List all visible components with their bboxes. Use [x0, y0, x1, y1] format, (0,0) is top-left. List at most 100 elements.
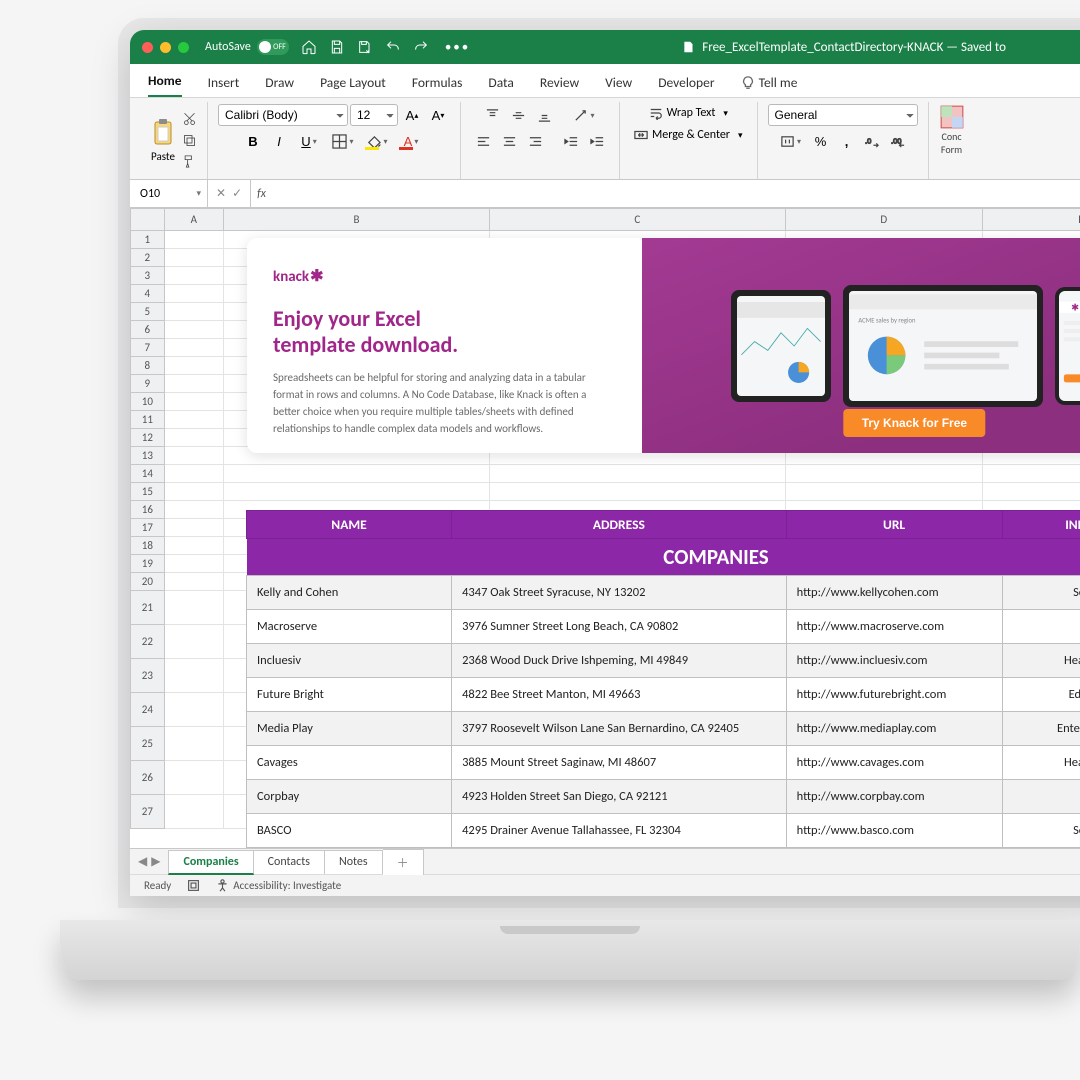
tab-review[interactable]: Review	[540, 74, 579, 97]
undo-icon[interactable]	[385, 39, 401, 55]
row-header[interactable]: 1	[131, 231, 165, 249]
borders-button[interactable]	[327, 130, 359, 152]
table-cell[interactable]: 4347 Oak Street Syracuse, NY 13202	[452, 576, 787, 610]
cell[interactable]	[164, 519, 223, 537]
cell[interactable]	[164, 393, 223, 411]
paste-button[interactable]: Paste	[150, 118, 176, 163]
table-cell[interactable]: Cavages	[247, 746, 452, 780]
table-cell[interactable]: http://www.basco.com	[786, 814, 1002, 848]
cell[interactable]	[164, 501, 223, 519]
table-cell[interactable]: http://www.cavages.com	[786, 746, 1002, 780]
bold-button[interactable]: B	[241, 130, 265, 152]
row-header[interactable]: 9	[131, 375, 165, 393]
table-cell[interactable]: 3797 Roosevelt Wilson Lane San Bernardin…	[452, 712, 787, 746]
table-cell[interactable]: Corpbay	[247, 780, 452, 814]
row-header[interactable]: 27	[131, 795, 165, 829]
cell[interactable]	[164, 795, 223, 829]
row-header[interactable]: 4	[131, 285, 165, 303]
row-header[interactable]: 10	[131, 393, 165, 411]
cell[interactable]	[164, 537, 223, 555]
row-header[interactable]: 18	[131, 537, 165, 555]
redo-icon[interactable]	[413, 39, 429, 55]
macro-record-icon[interactable]	[187, 879, 200, 892]
increase-font-icon[interactable]: A▴	[400, 104, 424, 126]
add-sheet-button[interactable]: ＋	[383, 849, 424, 875]
table-cell[interactable]: http://www.mediaplay.com	[786, 712, 1002, 746]
sheet-tab-companies[interactable]: Companies	[168, 850, 253, 875]
column-header[interactable]: ADDRESS	[452, 511, 787, 539]
row-header[interactable]: 6	[131, 321, 165, 339]
home-icon[interactable]	[301, 39, 317, 55]
tell-me-button[interactable]: Tell me	[741, 74, 798, 97]
table-cell[interactable]: Future Bright	[247, 678, 452, 712]
fill-color-button[interactable]	[361, 130, 393, 152]
cell[interactable]	[490, 465, 786, 483]
fx-icon[interactable]: fx	[251, 187, 272, 201]
row-header[interactable]: 5	[131, 303, 165, 321]
worksheet-grid[interactable]: ABCDE12345678910111213141516171819202122…	[130, 208, 1080, 848]
cell[interactable]	[164, 267, 223, 285]
table-row[interactable]: Macroserve3976 Sumner Street Long Beach,…	[247, 610, 1080, 644]
cell[interactable]	[223, 465, 489, 483]
table-cell[interactable]: http://www.futurebright.com	[786, 678, 1002, 712]
conditional-formatting-icon[interactable]	[939, 104, 965, 130]
cell[interactable]	[164, 625, 223, 659]
cell[interactable]	[164, 303, 223, 321]
align-left-icon[interactable]	[471, 130, 495, 152]
cell[interactable]	[164, 411, 223, 429]
cell[interactable]	[164, 555, 223, 573]
column-header[interactable]: INDUSTRY	[1002, 511, 1080, 539]
row-header[interactable]: 17	[131, 519, 165, 537]
cell[interactable]	[164, 447, 223, 465]
comma-button[interactable]: ,	[835, 130, 859, 152]
align-bottom-icon[interactable]	[532, 104, 556, 126]
accounting-format-button[interactable]	[775, 130, 807, 152]
table-cell[interactable]: 2368 Wood Duck Drive Ishpeming, MI 49849	[452, 644, 787, 678]
tab-view[interactable]: View	[605, 74, 632, 97]
row-header[interactable]: 11	[131, 411, 165, 429]
tab-draw[interactable]: Draw	[265, 74, 294, 97]
table-row[interactable]: Future Bright4822 Bee Street Manton, MI …	[247, 678, 1080, 712]
table-cell[interactable]: http://www.corpbay.com	[786, 780, 1002, 814]
row-header[interactable]: 26	[131, 761, 165, 795]
cell[interactable]	[982, 465, 1080, 483]
tab-data[interactable]: Data	[488, 74, 513, 97]
accessibility-status[interactable]: Accessibility: Investigate	[233, 879, 341, 892]
table-cell[interactable]: http://www.kellycohen.com	[786, 576, 1002, 610]
sheet-prev-icon[interactable]: ◀	[138, 854, 147, 869]
row-header[interactable]: 24	[131, 693, 165, 727]
window-controls[interactable]	[142, 42, 189, 53]
align-right-icon[interactable]	[523, 130, 547, 152]
table-cell[interactable]: Tech	[1002, 780, 1080, 814]
close-icon[interactable]	[142, 42, 153, 53]
row-header[interactable]: 19	[131, 555, 165, 573]
table-cell[interactable]: Health Care	[1002, 746, 1080, 780]
decrease-indent-icon[interactable]	[559, 130, 583, 152]
row-header[interactable]: 23	[131, 659, 165, 693]
col-header[interactable]: D	[785, 209, 982, 231]
table-cell[interactable]: Tech	[1002, 610, 1080, 644]
format-painter-icon[interactable]	[182, 154, 197, 169]
name-box[interactable]: O10	[130, 180, 208, 207]
minimize-icon[interactable]	[160, 42, 171, 53]
cell[interactable]	[785, 483, 982, 501]
row-header[interactable]: 21	[131, 591, 165, 625]
percent-button[interactable]: %	[809, 130, 833, 152]
col-header[interactable]: E	[982, 209, 1080, 231]
table-cell[interactable]: Kelly and Cohen	[247, 576, 452, 610]
row-header[interactable]: 15	[131, 483, 165, 501]
row-header[interactable]: 20	[131, 573, 165, 591]
table-cell[interactable]: Services	[1002, 814, 1080, 848]
font-color-button[interactable]: A	[395, 130, 427, 152]
table-row[interactable]: Corpbay4923 Holden Street San Diego, CA …	[247, 780, 1080, 814]
wrap-text-button[interactable]: Wrap Text▾	[645, 104, 732, 122]
italic-button[interactable]: I	[267, 130, 291, 152]
cell[interactable]	[164, 231, 223, 249]
col-header[interactable]: C	[490, 209, 786, 231]
align-center-icon[interactable]	[497, 130, 521, 152]
table-cell[interactable]: Education	[1002, 678, 1080, 712]
cell[interactable]	[164, 761, 223, 795]
cancel-icon[interactable]: ✕	[216, 186, 226, 201]
maximize-icon[interactable]	[178, 42, 189, 53]
cell[interactable]	[490, 483, 786, 501]
